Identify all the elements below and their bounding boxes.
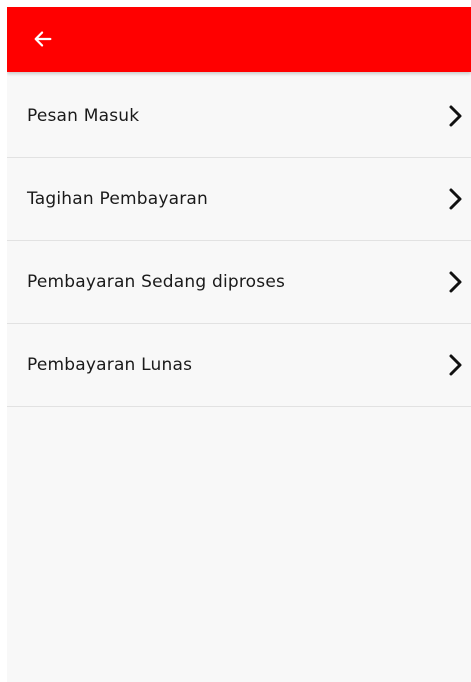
menu-item-label: Pesan Masuk — [27, 106, 140, 126]
menu-item-label: Tagihan Pembayaran — [27, 189, 209, 209]
back-button[interactable] — [25, 21, 61, 57]
screen: Pesan Masuk Tagihan Pembayaran Pembayara… — [7, 7, 471, 682]
arrow-left-icon — [34, 31, 52, 47]
menu-item-pembayaran-lunas[interactable]: Pembayaran Lunas — [7, 324, 471, 407]
chevron-right-icon — [447, 104, 465, 128]
chevron-right-icon — [447, 353, 465, 377]
chevron-right-icon — [447, 270, 465, 294]
app-bar — [7, 7, 471, 72]
menu-list: Pesan Masuk Tagihan Pembayaran Pembayara… — [7, 75, 471, 407]
menu-item-label: Pembayaran Lunas — [27, 355, 193, 375]
menu-item-tagihan-pembayaran[interactable]: Tagihan Pembayaran — [7, 158, 471, 241]
menu-item-pembayaran-sedang-diproses[interactable]: Pembayaran Sedang diproses — [7, 241, 471, 324]
chevron-right-icon — [447, 187, 465, 211]
menu-item-label: Pembayaran Sedang diproses — [27, 272, 286, 292]
menu-item-pesan-masuk[interactable]: Pesan Masuk — [7, 75, 471, 158]
